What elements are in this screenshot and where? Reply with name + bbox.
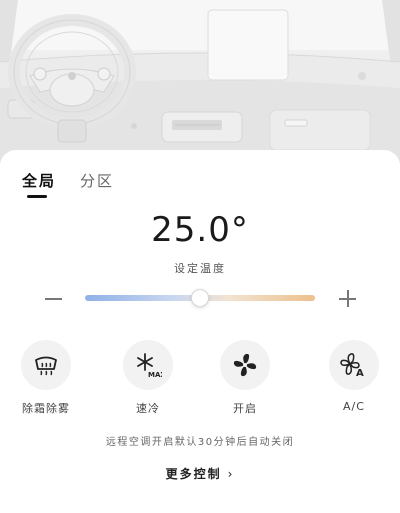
max-cool-label: 速冷 — [136, 402, 160, 415]
max-cool-icon: MAX — [123, 340, 173, 390]
more-controls-link[interactable]: 更多控制 › — [0, 465, 400, 482]
ac-button[interactable]: A A/C — [314, 340, 394, 413]
fan-icon — [220, 340, 270, 390]
ac-icon: A — [329, 340, 379, 390]
decrease-temperature-button[interactable] — [42, 287, 66, 311]
defrost-button[interactable]: 除霜除雾 — [6, 340, 86, 416]
more-controls-label: 更多控制 — [165, 467, 222, 481]
temperature-value: 25.0° — [151, 210, 249, 250]
fan-label: 开启 — [233, 402, 257, 415]
auto-off-notice: 远程空调开启默认30分钟后自动关闭 — [105, 437, 295, 448]
temperature-label: 设定温度 — [174, 262, 226, 275]
max-cool-button[interactable]: MAX 速冷 — [108, 340, 188, 416]
ac-label: A/C — [343, 400, 365, 413]
climate-control-panel: 全局 分区 25.0° 设定温度 除霜除雾 MA 速冷 开启 A A/C 远程空… — [0, 150, 400, 513]
chevron-right-icon: › — [227, 467, 235, 481]
svg-text:MAX: MAX — [148, 371, 162, 378]
svg-text:A: A — [356, 368, 364, 378]
car-interior-image — [0, 0, 400, 168]
active-tab-indicator — [27, 195, 47, 198]
climate-quick-controls: 除霜除雾 MAX 速冷 — [0, 340, 400, 420]
defrost-icon — [21, 340, 71, 390]
tab-zone[interactable]: 分区 — [80, 170, 114, 191]
increase-temperature-button[interactable] — [336, 287, 360, 311]
tab-global[interactable]: 全局 — [22, 170, 56, 191]
temperature-slider-thumb[interactable] — [191, 289, 209, 307]
defrost-label: 除霜除雾 — [22, 402, 70, 415]
fan-button[interactable]: 开启 — [205, 340, 285, 416]
